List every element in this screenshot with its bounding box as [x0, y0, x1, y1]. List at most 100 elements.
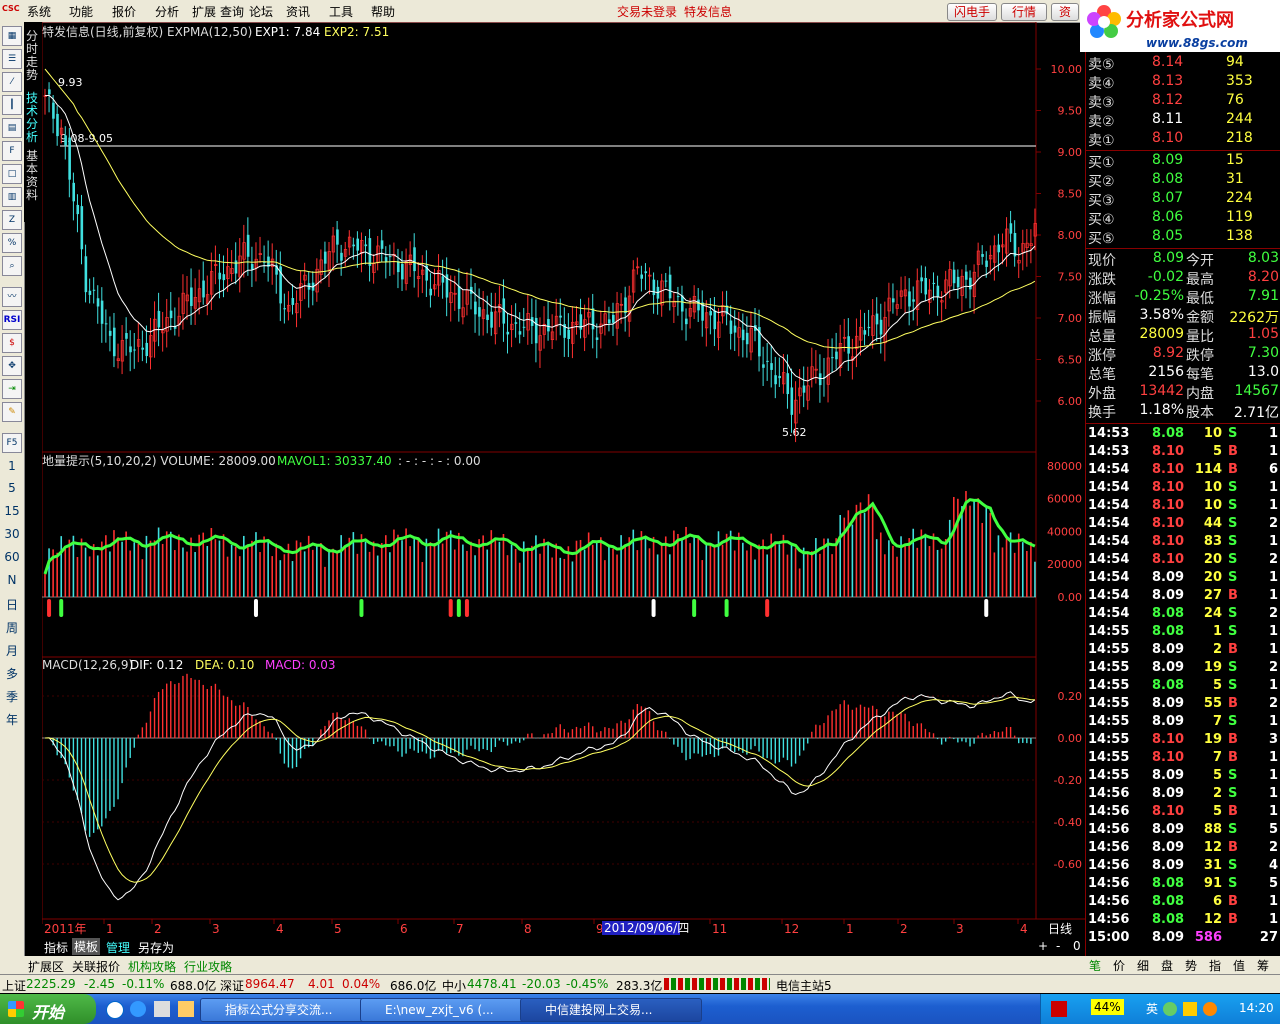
- sell-level-2[interactable]: 卖② 8.11 244: [1086, 111, 1280, 130]
- period-multi[interactable]: 多: [0, 665, 24, 682]
- kline-chart[interactable]: 特发信息(日线,前复权) EXPMA(12,50) EXP1: 7.84 EXP…: [42, 22, 1085, 940]
- tab-manage[interactable]: 管理: [106, 939, 130, 956]
- list-icon[interactable]: ☰: [2, 49, 22, 69]
- folder-icon[interactable]: [178, 1001, 194, 1017]
- zoom-out-button[interactable]: -: [1056, 939, 1060, 953]
- tab-fundamental[interactable]: 基本资料: [26, 150, 40, 202]
- menu-help[interactable]: 帮助: [371, 3, 395, 20]
- pencil-icon[interactable]: ✎: [2, 402, 22, 422]
- task-explorer[interactable]: E:\new_zxjt_v6 (...: [360, 998, 536, 1022]
- period-1min[interactable]: 1: [0, 459, 24, 473]
- sell-level-4[interactable]: 卖④ 8.13 353: [1086, 73, 1280, 92]
- menu-extend[interactable]: 扩展: [192, 3, 216, 20]
- tab-related-quote[interactable]: 关联报价: [72, 958, 120, 975]
- indicator-icon[interactable]: 〰: [2, 287, 22, 307]
- sell-level-1[interactable]: 卖① 8.10 218: [1086, 130, 1280, 149]
- period-day[interactable]: 日: [0, 596, 24, 613]
- buy-level-2[interactable]: 买② 8.08 31: [1086, 171, 1280, 190]
- rtab-price[interactable]: 价: [1113, 957, 1125, 974]
- f10-icon[interactable]: F: [2, 141, 22, 161]
- zx-value[interactable]: 4478.41: [467, 977, 517, 991]
- sell-level-3[interactable]: 卖③ 8.12 76: [1086, 92, 1280, 111]
- y-tick-label: 0.00: [1058, 591, 1083, 604]
- tab-template[interactable]: 模板: [72, 938, 101, 955]
- volume-tray-icon[interactable]: [1183, 1002, 1197, 1016]
- lightning-button[interactable]: 闪电手: [947, 3, 997, 21]
- rtab-trades[interactable]: 笔: [1089, 957, 1101, 974]
- rsi-icon[interactable]: RSI: [2, 310, 22, 330]
- rtab-book[interactable]: 盘: [1161, 957, 1173, 974]
- tab-save-as[interactable]: 另存为: [138, 939, 174, 956]
- candle-body: [52, 102, 55, 119]
- period-n[interactable]: N: [0, 573, 24, 587]
- dollar-icon[interactable]: $: [2, 333, 22, 353]
- buy-level-5[interactable]: 买⑤ 8.05 138: [1086, 228, 1280, 247]
- network-icon[interactable]: [1163, 1002, 1177, 1016]
- menu-quote[interactable]: 报价: [112, 3, 136, 20]
- document-icon[interactable]: □: [2, 164, 22, 184]
- rtab-trend[interactable]: 势: [1185, 957, 1197, 974]
- task-trading-app[interactable]: 中信建投网上交易...: [520, 998, 702, 1022]
- fz-icon[interactable]: Z: [2, 210, 22, 230]
- sh-value[interactable]: 2225.29: [26, 977, 76, 991]
- brand-url[interactable]: www.88gs.com: [1146, 36, 1248, 50]
- period-year[interactable]: 年: [0, 711, 24, 728]
- import-icon[interactable]: ⇥: [2, 379, 22, 399]
- menu-system[interactable]: 系统: [27, 3, 51, 20]
- rtab-index[interactable]: 指: [1209, 957, 1221, 974]
- rtab-detail[interactable]: 细: [1137, 957, 1149, 974]
- buy-level-4[interactable]: 买④ 8.06 119: [1086, 209, 1280, 228]
- server-name[interactable]: 电信主站5: [776, 977, 832, 994]
- menu-tools[interactable]: 工具: [329, 3, 353, 20]
- tab-technical[interactable]: 技术分析: [26, 92, 40, 144]
- stats-icon[interactable]: %: [2, 233, 22, 253]
- menu-function[interactable]: 功能: [69, 3, 93, 20]
- notebook-icon[interactable]: ▥: [2, 187, 22, 207]
- rtab-value[interactable]: 值: [1233, 957, 1245, 974]
- move-icon[interactable]: ✥: [2, 356, 22, 376]
- tab-intraday[interactable]: 分时走势: [26, 30, 40, 82]
- line-chart-icon[interactable]: ⁄: [2, 72, 22, 92]
- grid-icon[interactable]: ▦: [2, 26, 22, 46]
- period-15min[interactable]: 15: [0, 504, 24, 518]
- zoom-reset-button[interactable]: 0: [1073, 939, 1081, 953]
- kline-icon[interactable]: ┃: [2, 95, 22, 115]
- period-30min[interactable]: 30: [0, 527, 24, 541]
- menu-query[interactable]: 查询: [220, 3, 244, 20]
- desktop-icon[interactable]: [154, 1001, 170, 1017]
- info-button[interactable]: 资: [1051, 3, 1079, 21]
- menu-news[interactable]: 资讯: [286, 3, 310, 20]
- f5-icon[interactable]: F5: [2, 433, 22, 453]
- zoom-in-button[interactable]: +: [1038, 939, 1048, 953]
- buy-level-1[interactable]: 买① 8.09 15: [1086, 152, 1280, 171]
- brand-title: 分析家公式网: [1126, 10, 1234, 31]
- candle-body: [518, 331, 522, 335]
- tab-ext-area[interactable]: 扩展区: [28, 958, 64, 975]
- report-icon[interactable]: ▤: [2, 118, 22, 138]
- sell-level-5[interactable]: 卖⑤ 8.14 94: [1086, 54, 1280, 73]
- task-formula-forum[interactable]: 指标公式分享交流...: [200, 998, 376, 1022]
- update-icon[interactable]: [1203, 1002, 1217, 1016]
- buy-level-3[interactable]: 买③ 8.07 224: [1086, 190, 1280, 209]
- menu-forum[interactable]: 论坛: [249, 3, 273, 20]
- search-icon[interactable]: ⌕: [2, 256, 22, 276]
- menu-analysis[interactable]: 分析: [155, 3, 179, 20]
- quicklaunch-icon[interactable]: [130, 1001, 146, 1017]
- period-week[interactable]: 周: [0, 619, 24, 636]
- candle-body: [664, 280, 668, 282]
- tab-inst-strategy[interactable]: 机构攻略: [128, 958, 176, 975]
- sz-value[interactable]: 8964.47: [245, 977, 295, 991]
- period-60min[interactable]: 60: [0, 550, 24, 564]
- period-month[interactable]: 月: [0, 642, 24, 659]
- battery-indicator[interactable]: 44%: [1091, 999, 1124, 1015]
- period-5min[interactable]: 5: [0, 481, 24, 495]
- ime-indicator[interactable]: 英: [1146, 1000, 1158, 1017]
- market-button[interactable]: 行情: [1001, 3, 1047, 21]
- tab-industry-strategy[interactable]: 行业攻略: [184, 958, 232, 975]
- ie-icon[interactable]: [106, 1001, 124, 1019]
- tray-app-icon[interactable]: [1051, 1001, 1067, 1017]
- period-quarter[interactable]: 季: [0, 688, 24, 705]
- start-button[interactable]: 开始: [0, 994, 96, 1024]
- tab-indicator[interactable]: 指标: [44, 939, 68, 956]
- rtab-chips[interactable]: 筹: [1257, 957, 1269, 974]
